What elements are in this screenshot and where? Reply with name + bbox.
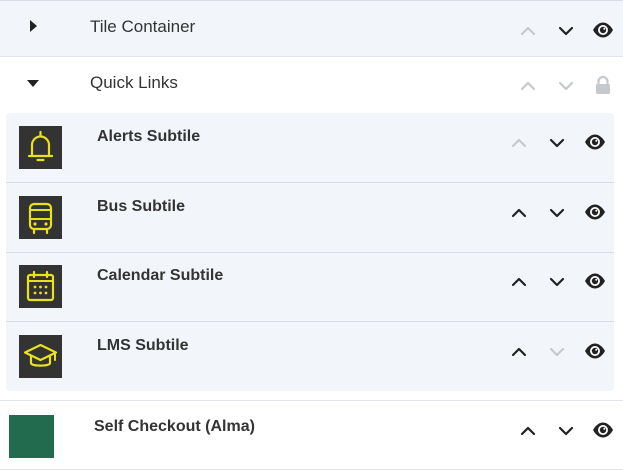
eye-icon [584, 270, 606, 292]
self-checkout-color-swatch [9, 415, 54, 458]
bus-icon [28, 202, 53, 235]
move-up-button[interactable] [517, 75, 539, 97]
quick-links-row: Quick Links Alerts Subtile Bus Subtile C… [0, 57, 623, 400]
lock-icon [592, 74, 614, 96]
caret-down-icon[interactable] [27, 80, 39, 87]
chevron-up-icon [517, 420, 539, 442]
subtile-label: Bus Subtile [97, 198, 186, 215]
move-down-button[interactable] [546, 202, 568, 224]
visibility-toggle[interactable] [584, 131, 606, 153]
chevron-down-icon [546, 341, 568, 363]
chevron-up-icon [517, 75, 539, 97]
move-up-button[interactable] [517, 20, 539, 42]
quick-links-label: Quick Links [90, 73, 178, 92]
chevron-up-icon [508, 202, 530, 224]
move-down-button[interactable] [546, 132, 568, 154]
subtile-list: Alerts Subtile Bus Subtile Calendar Subt… [6, 113, 614, 391]
calendar-icon [26, 270, 55, 302]
visibility-toggle[interactable] [584, 340, 606, 362]
eye-icon [592, 419, 614, 441]
chevron-up-icon [508, 271, 530, 293]
bus-icon-tile [19, 196, 62, 239]
move-up-button[interactable] [508, 341, 530, 363]
chevron-up-icon [517, 20, 539, 42]
chevron-down-icon [546, 132, 568, 154]
move-down-button[interactable] [555, 75, 577, 97]
chevron-down-icon [555, 20, 577, 42]
self-checkout-row: Self Checkout (Alma) [0, 400, 623, 470]
subtile-label: LMS Subtile [97, 337, 189, 354]
chevron-down-icon [555, 420, 577, 442]
move-down-button[interactable] [555, 20, 577, 42]
visibility-toggle[interactable] [592, 419, 614, 441]
move-down-button[interactable] [555, 420, 577, 442]
chevron-down-icon [555, 75, 577, 97]
eye-icon [584, 131, 606, 153]
visibility-toggle[interactable] [584, 201, 606, 223]
self-checkout-label: Self Checkout (Alma) [94, 418, 255, 435]
caret-right-icon[interactable] [30, 20, 37, 32]
visibility-toggle[interactable] [592, 19, 614, 41]
move-down-button[interactable] [546, 271, 568, 293]
subtile-row-calendar: Calendar Subtile [6, 253, 614, 323]
move-up-button[interactable] [517, 420, 539, 442]
tile-container-label: Tile Container [90, 17, 196, 36]
chevron-down-icon [546, 271, 568, 293]
eye-icon [584, 201, 606, 223]
alerts-icon-tile [19, 126, 62, 169]
graduation-cap-icon [23, 343, 58, 367]
calendar-icon-tile [19, 265, 62, 308]
eye-icon [584, 340, 606, 362]
bell-icon [27, 130, 54, 162]
move-up-button[interactable] [508, 271, 530, 293]
chevron-up-icon [508, 132, 530, 154]
locked-visibility [592, 74, 614, 96]
subtile-row-alerts: Alerts Subtile [6, 113, 614, 183]
subtile-row-bus: Bus Subtile [6, 183, 614, 253]
eye-icon [592, 19, 614, 41]
tile-container-row: Tile Container [0, 0, 623, 57]
move-up-button[interactable] [508, 132, 530, 154]
subtile-label: Calendar Subtile [97, 267, 224, 284]
move-down-button[interactable] [546, 341, 568, 363]
lms-icon-tile [19, 335, 62, 378]
chevron-up-icon [508, 341, 530, 363]
visibility-toggle[interactable] [584, 270, 606, 292]
chevron-down-icon [546, 202, 568, 224]
subtile-row-lms: LMS Subtile [6, 322, 614, 392]
subtile-label: Alerts Subtile [97, 128, 201, 145]
move-up-button[interactable] [508, 202, 530, 224]
